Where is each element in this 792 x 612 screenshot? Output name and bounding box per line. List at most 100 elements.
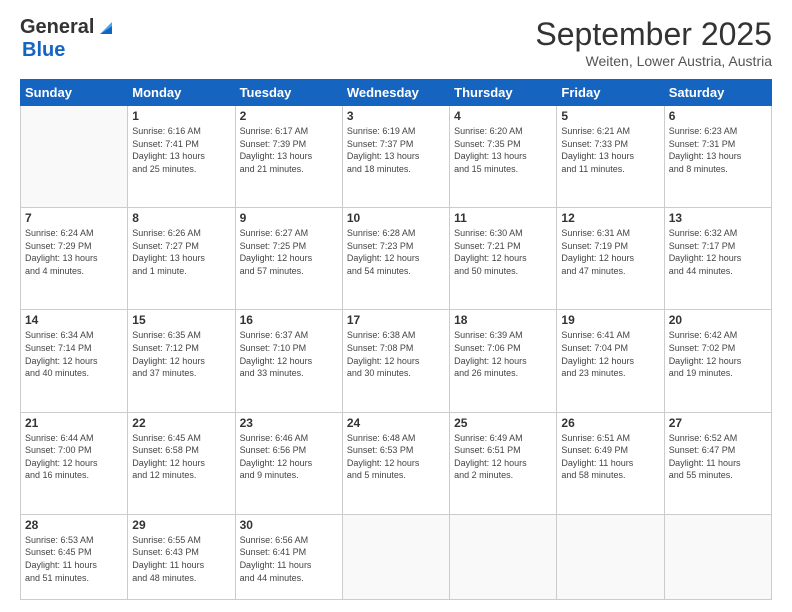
day-number: 20 xyxy=(669,313,767,327)
table-row: 10 Sunrise: 6:28 AMSunset: 7:23 PMDayligh… xyxy=(342,208,449,310)
day-number: 11 xyxy=(454,211,552,225)
day-number: 21 xyxy=(25,416,123,430)
table-row: 15 Sunrise: 6:35 AMSunset: 7:12 PMDayligh… xyxy=(128,310,235,412)
day-info: Sunrise: 6:37 AMSunset: 7:10 PMDaylight:… xyxy=(240,329,338,379)
table-row: 12 Sunrise: 6:31 AMSunset: 7:19 PMDayligh… xyxy=(557,208,664,310)
day-info: Sunrise: 6:48 AMSunset: 6:53 PMDaylight:… xyxy=(347,432,445,482)
table-row: 13 Sunrise: 6:32 AMSunset: 7:17 PMDayligh… xyxy=(664,208,771,310)
day-number: 24 xyxy=(347,416,445,430)
day-number: 27 xyxy=(669,416,767,430)
day-info: Sunrise: 6:39 AMSunset: 7:06 PMDaylight:… xyxy=(454,329,552,379)
table-row: 4 Sunrise: 6:20 AMSunset: 7:35 PMDaylight… xyxy=(450,106,557,208)
day-number: 4 xyxy=(454,109,552,123)
day-number: 12 xyxy=(561,211,659,225)
day-info: Sunrise: 6:21 AMSunset: 7:33 PMDaylight:… xyxy=(561,125,659,175)
day-info: Sunrise: 6:23 AMSunset: 7:31 PMDaylight:… xyxy=(669,125,767,175)
day-info: Sunrise: 6:55 AMSunset: 6:43 PMDaylight:… xyxy=(132,534,230,584)
logo-blue-text: Blue xyxy=(22,39,65,62)
col-friday: Friday xyxy=(557,80,664,106)
table-row: 21 Sunrise: 6:44 AMSunset: 7:00 PMDayligh… xyxy=(21,412,128,514)
day-info: Sunrise: 6:30 AMSunset: 7:21 PMDaylight:… xyxy=(454,227,552,277)
day-info: Sunrise: 6:35 AMSunset: 7:12 PMDaylight:… xyxy=(132,329,230,379)
day-number: 8 xyxy=(132,211,230,225)
day-number: 3 xyxy=(347,109,445,123)
day-info: Sunrise: 6:26 AMSunset: 7:27 PMDaylight:… xyxy=(132,227,230,277)
table-row: 9 Sunrise: 6:27 AMSunset: 7:25 PMDaylight… xyxy=(235,208,342,310)
day-number: 26 xyxy=(561,416,659,430)
col-wednesday: Wednesday xyxy=(342,80,449,106)
logo-general-text: General xyxy=(20,16,94,39)
table-row: 17 Sunrise: 6:38 AMSunset: 7:08 PMDayligh… xyxy=(342,310,449,412)
day-info: Sunrise: 6:27 AMSunset: 7:25 PMDaylight:… xyxy=(240,227,338,277)
day-info: Sunrise: 6:46 AMSunset: 6:56 PMDaylight:… xyxy=(240,432,338,482)
table-row: 29 Sunrise: 6:55 AMSunset: 6:43 PMDayligh… xyxy=(128,514,235,599)
day-number: 17 xyxy=(347,313,445,327)
table-row: 1Sunrise: 6:16 AMSunset: 7:41 PMDaylight… xyxy=(128,106,235,208)
table-row: 16 Sunrise: 6:37 AMSunset: 7:10 PMDayligh… xyxy=(235,310,342,412)
day-info: Sunrise: 6:24 AMSunset: 7:29 PMDaylight:… xyxy=(25,227,123,277)
page: General Blue September 2025 Weiten, Lowe… xyxy=(0,0,792,612)
day-info: Sunrise: 6:28 AMSunset: 7:23 PMDaylight:… xyxy=(347,227,445,277)
table-row xyxy=(342,514,449,599)
day-number: 19 xyxy=(561,313,659,327)
day-number: 22 xyxy=(132,416,230,430)
table-row: 25 Sunrise: 6:49 AMSunset: 6:51 PMDayligh… xyxy=(450,412,557,514)
day-info: Sunrise: 6:19 AMSunset: 7:37 PMDaylight:… xyxy=(347,125,445,175)
logo: General Blue xyxy=(20,16,116,62)
day-number: 18 xyxy=(454,313,552,327)
table-row: 19 Sunrise: 6:41 AMSunset: 7:04 PMDayligh… xyxy=(557,310,664,412)
day-number: 28 xyxy=(25,518,123,532)
day-info: Sunrise: 6:51 AMSunset: 6:49 PMDaylight:… xyxy=(561,432,659,482)
day-number: 5 xyxy=(561,109,659,123)
table-row xyxy=(557,514,664,599)
table-row: 3 Sunrise: 6:19 AMSunset: 7:37 PMDaylight… xyxy=(342,106,449,208)
day-number: 29 xyxy=(132,518,230,532)
title-block: September 2025 Weiten, Lower Austria, Au… xyxy=(535,16,772,69)
table-row: 23 Sunrise: 6:46 AMSunset: 6:56 PMDayligh… xyxy=(235,412,342,514)
table-row xyxy=(664,514,771,599)
day-number: 9 xyxy=(240,211,338,225)
day-number: 10 xyxy=(347,211,445,225)
day-info: Sunrise: 6:17 AMSunset: 7:39 PMDaylight:… xyxy=(240,125,338,175)
day-number: 16 xyxy=(240,313,338,327)
day-info: Sunrise: 6:53 AMSunset: 6:45 PMDaylight:… xyxy=(25,534,123,584)
table-row: 2 Sunrise: 6:17 AMSunset: 7:39 PMDaylight… xyxy=(235,106,342,208)
table-row xyxy=(21,106,128,208)
day-info: Sunrise: 6:56 AMSunset: 6:41 PMDaylight:… xyxy=(240,534,338,584)
day-info: Sunrise: 6:44 AMSunset: 7:00 PMDaylight:… xyxy=(25,432,123,482)
day-number: 6 xyxy=(669,109,767,123)
table-row: 6 Sunrise: 6:23 AMSunset: 7:31 PMDaylight… xyxy=(664,106,771,208)
day-info: Sunrise: 6:45 AMSunset: 6:58 PMDaylight:… xyxy=(132,432,230,482)
day-number: 23 xyxy=(240,416,338,430)
table-row: 26 Sunrise: 6:51 AMSunset: 6:49 PMDayligh… xyxy=(557,412,664,514)
day-info: Sunrise: 6:49 AMSunset: 6:51 PMDaylight:… xyxy=(454,432,552,482)
col-tuesday: Tuesday xyxy=(235,80,342,106)
table-row: 5 Sunrise: 6:21 AMSunset: 7:33 PMDaylight… xyxy=(557,106,664,208)
logo-triangle-icon xyxy=(96,18,116,38)
day-number: 15 xyxy=(132,313,230,327)
day-info: Sunrise: 6:52 AMSunset: 6:47 PMDaylight:… xyxy=(669,432,767,482)
col-monday: Monday xyxy=(128,80,235,106)
table-row: 8 Sunrise: 6:26 AMSunset: 7:27 PMDaylight… xyxy=(128,208,235,310)
calendar-header-row: Sunday Monday Tuesday Wednesday Thursday… xyxy=(21,80,772,106)
day-info: Sunrise: 6:32 AMSunset: 7:17 PMDaylight:… xyxy=(669,227,767,277)
table-row xyxy=(450,514,557,599)
table-row: 22 Sunrise: 6:45 AMSunset: 6:58 PMDayligh… xyxy=(128,412,235,514)
day-info: Sunrise: 6:38 AMSunset: 7:08 PMDaylight:… xyxy=(347,329,445,379)
table-row: 20Sunrise: 6:42 AMSunset: 7:02 PMDayligh… xyxy=(664,310,771,412)
location: Weiten, Lower Austria, Austria xyxy=(535,53,772,69)
day-number: 1 xyxy=(132,109,230,123)
table-row: 14 Sunrise: 6:34 AMSunset: 7:14 PMDayligh… xyxy=(21,310,128,412)
day-info: Sunrise: 6:34 AMSunset: 7:14 PMDaylight:… xyxy=(25,329,123,379)
day-number: 14 xyxy=(25,313,123,327)
day-number: 13 xyxy=(669,211,767,225)
day-number: 25 xyxy=(454,416,552,430)
table-row: 30Sunrise: 6:56 AMSunset: 6:41 PMDayligh… xyxy=(235,514,342,599)
day-number: 7 xyxy=(25,211,123,225)
day-number: 2 xyxy=(240,109,338,123)
day-info: Sunrise: 6:41 AMSunset: 7:04 PMDaylight:… xyxy=(561,329,659,379)
header: General Blue September 2025 Weiten, Lowe… xyxy=(20,16,772,69)
calendar-table: Sunday Monday Tuesday Wednesday Thursday… xyxy=(20,79,772,600)
day-info: Sunrise: 6:20 AMSunset: 7:35 PMDaylight:… xyxy=(454,125,552,175)
day-info: Sunrise: 6:31 AMSunset: 7:19 PMDaylight:… xyxy=(561,227,659,277)
